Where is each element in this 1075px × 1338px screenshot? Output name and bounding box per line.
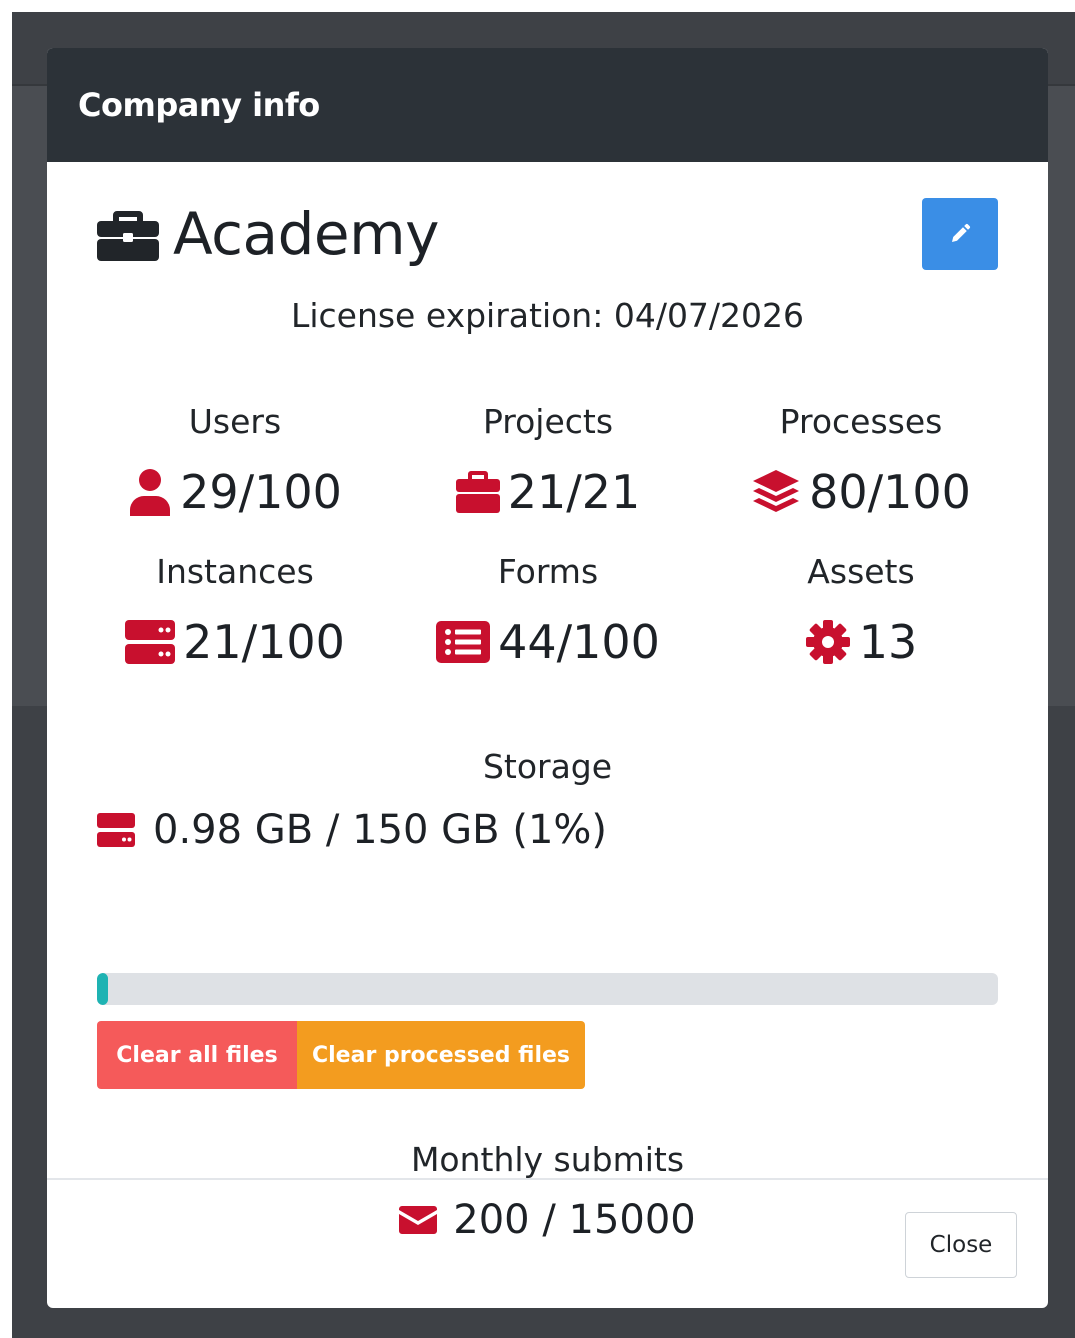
pencil-icon <box>952 223 971 242</box>
stat-label: Processes <box>779 402 943 441</box>
layers-icon <box>753 470 800 512</box>
stat-label: Assets <box>807 552 915 591</box>
stat-value-row: 29/100 <box>85 464 385 520</box>
stat-value: 21/100 <box>183 615 345 669</box>
modal-footer: Close <box>47 1178 1048 1308</box>
clear-processed-files-button[interactable]: Clear processed files <box>297 1021 585 1089</box>
stat-label: Projects <box>482 402 614 441</box>
user-icon <box>130 469 171 516</box>
stat-value-row: 21/100 <box>85 614 385 670</box>
stat-value-row: 44/100 <box>398 614 698 670</box>
server-icon <box>125 620 176 664</box>
stat-instances: Instances 21/100 <box>85 552 385 670</box>
license-expiration: License expiration: 04/07/2026 <box>290 296 805 335</box>
modal-title: Company info <box>78 86 320 124</box>
storage-progress-fill <box>97 973 108 1005</box>
stat-label: Instances <box>156 552 314 591</box>
modal-body: Academy License expiration: 04/07/2026 U… <box>47 162 1048 1243</box>
stat-value: 80/100 <box>809 465 971 519</box>
gear-icon <box>805 620 850 664</box>
modal-header: Company info <box>47 48 1048 162</box>
stat-processes: Processes 80/100 <box>711 402 1011 520</box>
briefcase-icon <box>455 471 500 513</box>
company-heading: Academy <box>97 198 998 270</box>
stat-value-row: 21/21 <box>398 464 698 520</box>
stat-label: Forms <box>497 552 599 591</box>
stat-value: 21/21 <box>507 465 641 519</box>
storage-actions: Clear all files Clear processed files <box>97 1021 585 1089</box>
stat-value: 13 <box>858 615 918 669</box>
stat-value-row: 80/100 <box>711 464 1011 520</box>
storage-label: Storage <box>482 747 613 786</box>
briefcase-icon <box>97 211 159 261</box>
stat-value: 29/100 <box>180 465 342 519</box>
stat-assets: Assets 13 <box>711 552 1011 670</box>
stat-value-row: 13 <box>711 614 1011 670</box>
stat-users: Users 29/100 <box>85 402 385 520</box>
stat-projects: Projects 21/21 <box>398 402 698 520</box>
edit-company-button[interactable] <box>922 198 998 270</box>
storage-usage: 0.98 GB / 150 GB (1%) <box>97 807 607 853</box>
stat-forms: Forms 44/100 <box>398 552 698 670</box>
monthly-submits-label: Monthly submits <box>410 1140 685 1179</box>
stat-value: 44/100 <box>498 615 660 669</box>
close-button[interactable]: Close <box>905 1212 1017 1278</box>
clear-all-files-button[interactable]: Clear all files <box>97 1021 297 1089</box>
list-icon <box>436 621 491 663</box>
server-icon <box>97 813 135 847</box>
storage-value: 0.98 GB / 150 GB (1%) <box>153 807 608 853</box>
company-info-modal: Company info Academy License expiration:… <box>47 48 1048 1308</box>
storage-progress-bar <box>97 973 998 1005</box>
stat-label: Users <box>188 402 282 441</box>
company-name: Academy <box>173 200 439 268</box>
